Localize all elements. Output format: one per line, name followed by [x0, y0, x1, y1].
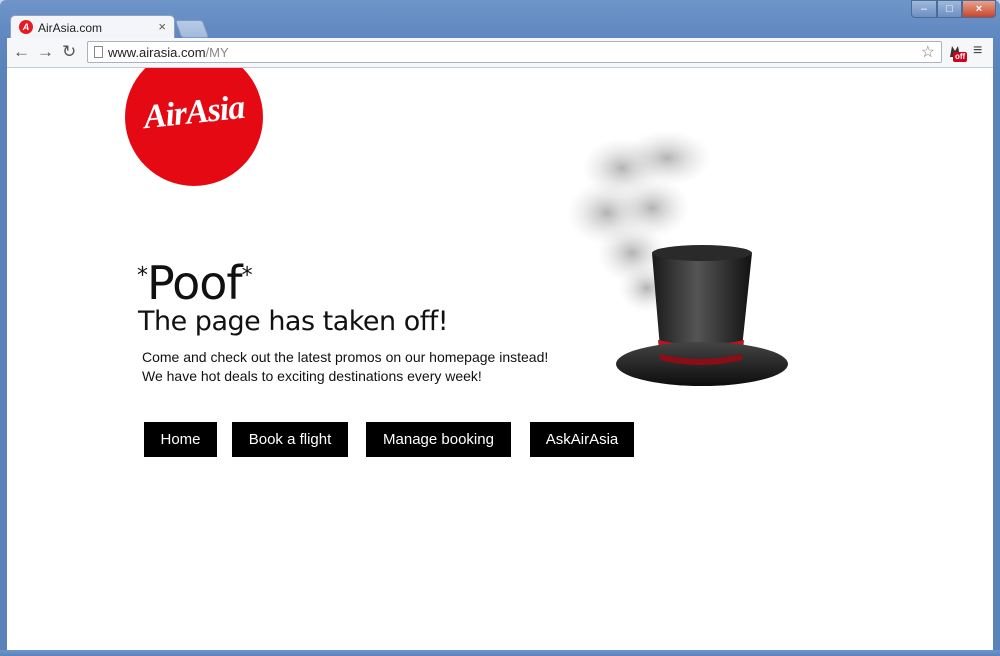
tab-strip: A AirAsia.com × – □ ×: [0, 0, 1000, 39]
logo-text: AirAsia: [141, 88, 246, 137]
back-arrow-icon[interactable]: ←: [13, 42, 30, 62]
new-tab-button[interactable]: [174, 20, 210, 38]
address-bar[interactable]: www.airasia.com/MY ☆: [87, 41, 942, 63]
headline-poof: *Poof*: [137, 256, 253, 310]
extension-icon[interactable]: off: [947, 43, 968, 62]
page-viewport: AirAsia *Poof* The page has taken off! C…: [7, 68, 993, 650]
address-url: www.airasia.com/MY: [108, 45, 229, 60]
message-line-2: We have hot deals to exciting destinatio…: [142, 368, 482, 384]
tab-airasia[interactable]: A AirAsia.com ×: [10, 15, 175, 39]
window-close-button[interactable]: ×: [962, 0, 996, 18]
window-maximize-button[interactable]: □: [937, 0, 962, 18]
airasia-favicon-icon: A: [19, 20, 33, 34]
ask-airasia-button[interactable]: AskAirAsia: [530, 422, 634, 457]
bookmark-star-icon[interactable]: ☆: [921, 42, 935, 62]
tab-title: AirAsia.com: [38, 21, 103, 35]
message-line-1: Come and check out the latest promos on …: [142, 349, 549, 365]
headline-star-left: *: [137, 263, 148, 289]
menu-icon[interactable]: ≡: [973, 42, 982, 60]
book-flight-button[interactable]: Book a flight: [232, 422, 348, 457]
browser-toolbar: ← → ↻ www.airasia.com/MY ☆ off ≡: [7, 38, 993, 68]
page-subtitle: The page has taken off!: [138, 306, 449, 337]
headline-star-right: *: [241, 263, 253, 289]
magic-hat-smoke-illustration: [567, 130, 788, 386]
window-minimize-button[interactable]: –: [911, 0, 937, 18]
forward-arrow-icon[interactable]: →: [37, 42, 54, 62]
airasia-logo[interactable]: AirAsia: [125, 68, 263, 186]
page-message: Come and check out the latest promos on …: [142, 348, 548, 386]
manage-booking-button[interactable]: Manage booking: [366, 422, 511, 457]
tab-close-icon[interactable]: ×: [158, 19, 166, 34]
headline-word: Poof: [147, 256, 243, 310]
url-path: /MY: [205, 45, 229, 60]
window-bottom-border: [0, 650, 1000, 656]
url-host: www.airasia.com: [108, 45, 206, 60]
extension-badge: off: [953, 52, 968, 62]
reload-icon[interactable]: ↻: [62, 42, 76, 62]
page-icon: [94, 46, 103, 58]
browser-window: A AirAsia.com × – □ × ← → ↻ www.airasia.…: [0, 0, 1000, 656]
home-button[interactable]: Home: [144, 422, 217, 457]
